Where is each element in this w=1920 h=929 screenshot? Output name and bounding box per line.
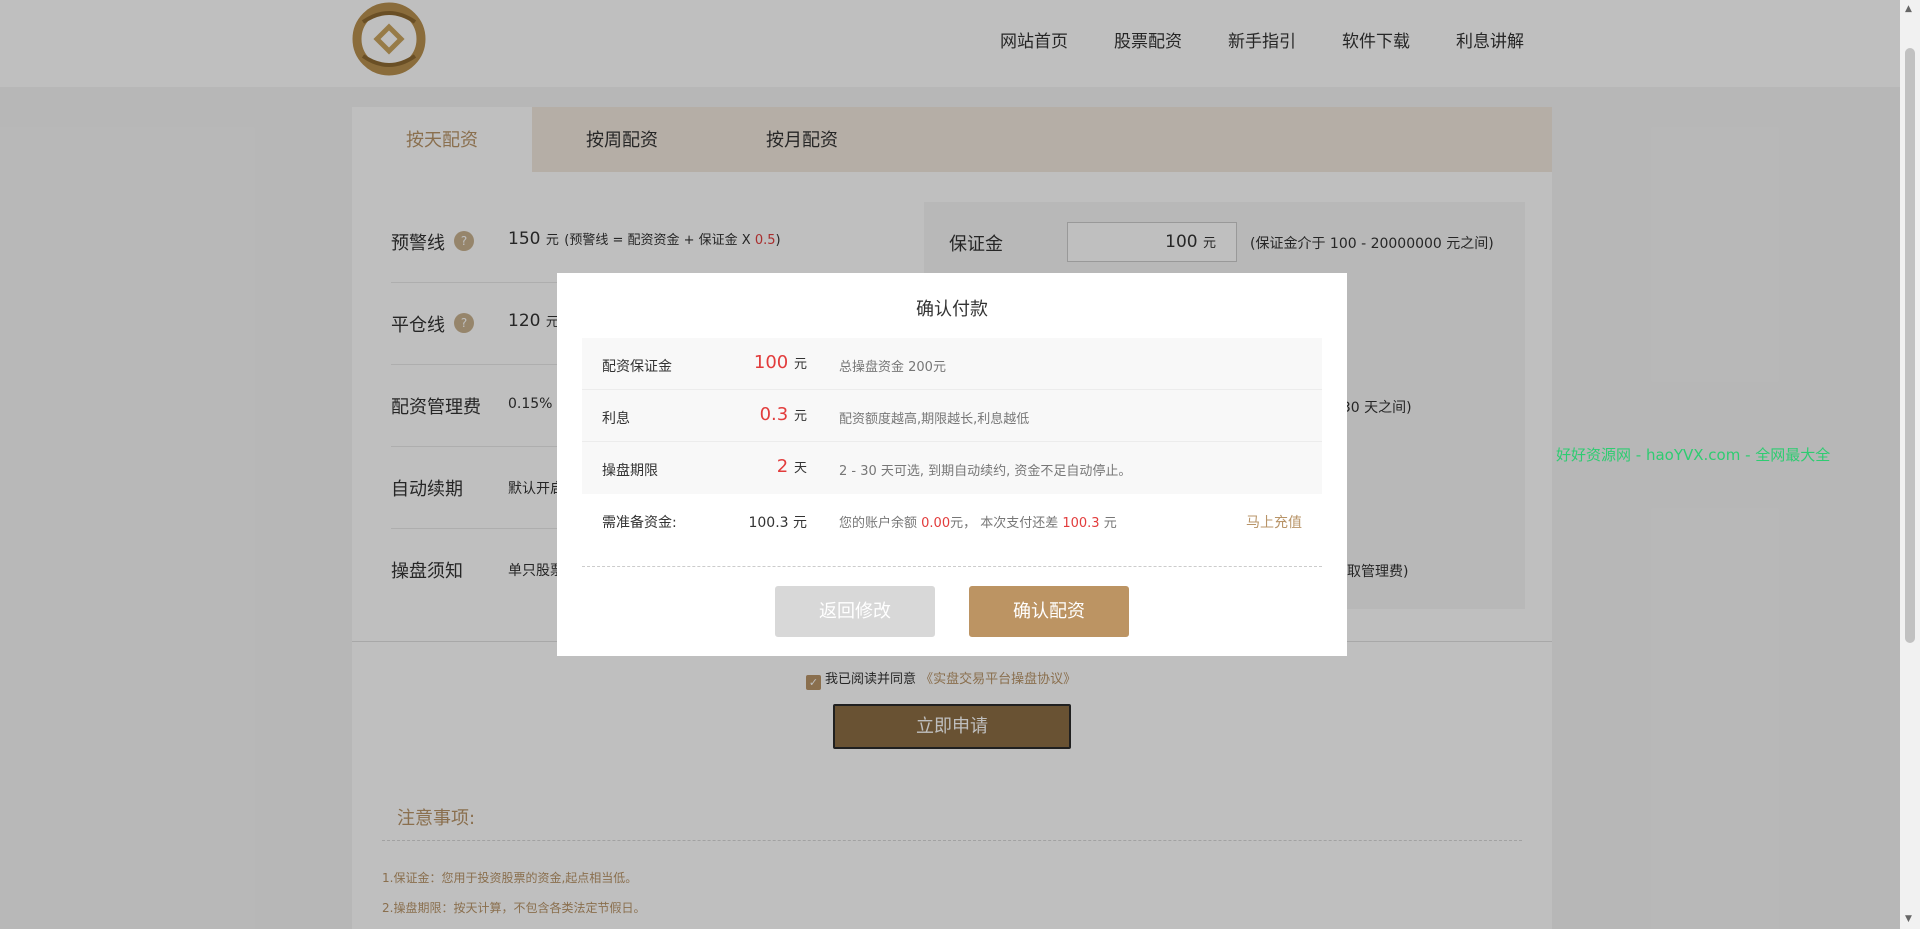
row-key: 配资保证金 — [602, 359, 672, 375]
dialog-divider — [582, 566, 1322, 567]
row-key: 利息 — [602, 411, 630, 427]
row-desc: 总操盘资金 200元 — [839, 360, 946, 375]
dialog-title: 确认付款 — [916, 299, 988, 320]
confirm-payment-dialog: 确认付款 配资保证金 100 元 总操盘资金 200元 利息 0.3 元 配资额… — [557, 273, 1347, 656]
required-funds-row: 需准备资金: 100.3 元 您的账户余额 0.00元， 本次支付还差 100.… — [582, 494, 1322, 546]
confirm-financing-button[interactable]: 确认配资 — [969, 586, 1129, 637]
row-desc: 配资额度越高,期限越长,利息越低 — [839, 412, 1030, 427]
row-value: 100 元 — [753, 352, 807, 373]
row-value: 2 天 — [776, 456, 807, 477]
back-edit-button[interactable]: 返回修改 — [775, 586, 935, 637]
margin-row: 配资保证金 100 元 总操盘资金 200元 — [582, 338, 1322, 390]
page-scrollbar[interactable]: ▲ ▼ — [1900, 0, 1920, 929]
scrollbar-thumb[interactable] — [1905, 48, 1915, 643]
row-desc: 2 - 30 天可选, 到期自动续约, 资金不足自动停止。 — [839, 464, 1132, 479]
term-row: 操盘期限 2 天 2 - 30 天可选, 到期自动续约, 资金不足自动停止。 — [582, 442, 1322, 494]
balance-info: 您的账户余额 0.00元， 本次支付还差 100.3 元 — [839, 516, 1117, 531]
required-funds-label: 需准备资金: — [602, 515, 677, 531]
interest-row: 利息 0.3 元 配资额度越高,期限越长,利息越低 — [582, 390, 1322, 442]
scroll-down-icon[interactable]: ▼ — [1905, 914, 1912, 924]
row-key: 操盘期限 — [602, 463, 658, 479]
watermark-text: 好好资源网 - haoYVX.com - 全网最大全 — [1556, 446, 1831, 464]
row-value: 0.3 元 — [759, 404, 807, 425]
recharge-link[interactable]: 马上充值 — [1246, 512, 1302, 532]
scroll-up-icon[interactable]: ▲ — [1905, 4, 1912, 14]
required-funds-value: 100.3 元 — [748, 515, 807, 531]
